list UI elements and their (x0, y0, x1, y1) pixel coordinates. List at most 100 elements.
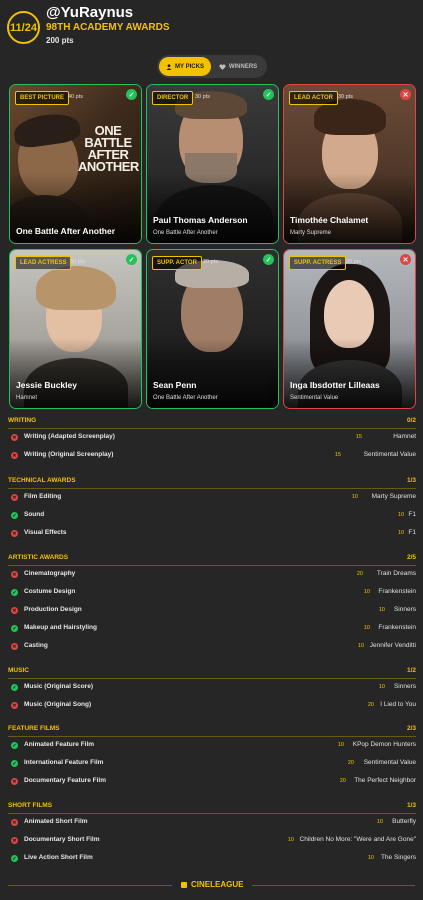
list-item[interactable]: ✕ Production Design 10 Sinners (8, 602, 416, 620)
points-label: 30 pts (195, 94, 210, 100)
list-item[interactable]: ✕ Writing (Adapted Screenplay) 15 Hamnet (8, 429, 416, 447)
x-icon: ✕ (400, 254, 411, 265)
rank-badge: 11/24 (7, 11, 40, 44)
view-toggle: MY PICKS WINNERS (157, 55, 267, 78)
list-item[interactable]: ✕ Documentary Feature Film 20 The Perfect N… (8, 773, 416, 791)
list-item[interactable]: ✕ Animated Short Film 10 Butterfly (8, 814, 416, 832)
person-icon (166, 63, 172, 70)
category-badge: BEST PICTURE (15, 91, 70, 105)
x-icon: ✕ (11, 434, 18, 441)
section-short-films: SHORT FILMS 1/3 ✕ Animated Short Film 10 But… (8, 800, 416, 868)
event-title: 98TH ACADEMY AWARDS (46, 22, 170, 33)
x-icon: ✕ (11, 494, 18, 501)
section-title: TECHNICAL AWARDS (8, 477, 76, 484)
section-title: SHORT FILMS (8, 802, 53, 809)
winners-label: WINNERS (228, 63, 258, 70)
check-icon: ✓ (11, 625, 18, 632)
section-writing: WRITING 0/2 ✕ Writing (Adapted Screenplay)… (8, 415, 416, 465)
pick-name: Paul Thomas Anderson (153, 215, 248, 225)
check-icon: ✓ (11, 589, 18, 596)
list-item[interactable]: ✓ International Feature Film 20 Sentimental… (8, 755, 416, 773)
pick-card-lead-actress[interactable]: LEAD ACTRESS 30 pts ✓ Jessie Buckley Ham… (9, 249, 142, 409)
pick-card-supp-actor[interactable]: SUPP. ACTOR 20 pts ✓ Sean Penn One Battl… (146, 249, 279, 409)
pick-film: Sentimental Value (290, 395, 339, 401)
list-item[interactable]: ✕ Visual Effects 10 F1 (8, 525, 416, 543)
category-badge: LEAD ACTRESS (15, 256, 72, 270)
category-badge: DIRECTOR (152, 91, 194, 105)
list-item[interactable]: ✕ Documentary Short Film 10 Children No Mor… (8, 832, 416, 850)
my-picks-label: MY PICKS (175, 63, 204, 70)
check-icon: ✓ (11, 855, 18, 862)
brand-logo[interactable]: CINELEAGUE (181, 880, 243, 889)
pick-name: One Battle After Another (16, 226, 116, 236)
points-label: 20 pts (346, 259, 361, 265)
pick-card-best-picture[interactable]: ONE BATTLE AFTER ANOTHER BEST PICTURE 40… (9, 84, 142, 244)
list-item[interactable]: ✕ Cinematography 20 Train Dreams (8, 566, 416, 584)
square-logo-icon (181, 881, 187, 888)
section-artistic: ARTISTIC AWARDS 2/5 ✕ Cinematography 20 Trai… (8, 552, 416, 656)
section-score: 0/2 (406, 417, 416, 424)
list-item[interactable]: ✕ Film Editing 10 Marty Supreme (8, 489, 416, 507)
x-icon: ✕ (11, 819, 18, 826)
list-item[interactable]: ✕ Casting 10 Jennifer Venditti (8, 638, 416, 656)
pick-film: One Battle After Another (153, 395, 218, 401)
section-score: 1/2 (406, 667, 416, 674)
check-icon: ✓ (263, 254, 274, 265)
check-icon: ✓ (11, 512, 18, 519)
list-item[interactable]: ✓ Animated Feature Film 10 KPop Demon Hunte… (8, 737, 416, 755)
category-badge: SUPP. ACTOR (152, 256, 202, 270)
heart-icon (219, 63, 226, 70)
pick-card-supp-actress[interactable]: SUPP. ACTRESS 20 pts ✕ Inga Ibsdotter Li… (283, 249, 416, 409)
section-score: 2/3 (406, 725, 416, 732)
x-icon: ✕ (400, 89, 411, 100)
list-item[interactable]: ✕ Music (Original Song) 20 I Lied to You (8, 697, 416, 715)
check-icon: ✓ (263, 89, 274, 100)
list-item[interactable]: ✓ Live Action Short Film 10 The Singers (8, 850, 416, 868)
pick-name: Timothée Chalamet (290, 215, 369, 225)
pick-card-lead-actor[interactable]: LEAD ACTOR 30 pts ✕ Timothée Chalamet Ma… (283, 84, 416, 244)
list-item[interactable]: ✓ Sound 10 F1 (8, 507, 416, 525)
points-label: 40 pts (68, 94, 83, 100)
check-icon: ✓ (11, 684, 18, 691)
winners-tab[interactable]: WINNERS (211, 57, 265, 76)
list-item[interactable]: ✓ Costume Design 10 Frankenstein (8, 584, 416, 602)
x-icon: ✕ (11, 571, 18, 578)
poster-title: ONE BATTLE AFTER ANOTHER (78, 123, 139, 174)
category-badge: SUPP. ACTRESS (289, 256, 347, 270)
points-label: 30 pts (338, 94, 353, 100)
x-icon: ✕ (11, 607, 18, 614)
points-label: 20 pts (203, 259, 218, 265)
category-badge: LEAD ACTOR (289, 91, 338, 105)
pick-film: Marty Supreme (290, 230, 332, 236)
section-title: WRITING (8, 417, 37, 424)
x-icon: ✕ (11, 643, 18, 650)
pick-card-director[interactable]: DIRECTOR 30 pts ✓ Paul Thomas Anderson O… (146, 84, 279, 244)
x-icon: ✕ (11, 778, 18, 785)
check-icon: ✓ (11, 760, 18, 767)
section-score: 1/3 (406, 477, 416, 484)
section-title: MUSIC (8, 667, 29, 674)
section-title: FEATURE FILMS (8, 725, 60, 732)
username[interactable]: @YuRaynus (46, 5, 133, 21)
section-music: MUSIC 1/2 ✓ Music (Original Score) 10 Sinner… (8, 665, 416, 715)
pick-name: Inga Ibsdotter Lilleaas (290, 380, 380, 390)
points-label: 30 pts (70, 259, 85, 265)
x-icon: ✕ (11, 837, 18, 844)
divider (8, 885, 172, 886)
section-score: 2/5 (406, 554, 416, 561)
pick-film: One Battle After Another (153, 230, 218, 236)
footer: CINELEAGUE (0, 878, 423, 892)
brand-name: CINELEAGUE (191, 880, 244, 889)
header: 11/24 @YuRaynus 98TH ACADEMY AWARDS 200 … (0, 0, 423, 56)
list-item[interactable]: ✕ Writing (Original Screenplay) 15 Sentimen… (8, 447, 416, 465)
x-icon: ✕ (11, 702, 18, 709)
divider (252, 885, 415, 886)
list-item[interactable]: ✓ Makeup and Hairstyling 10 Frankenstein (8, 620, 416, 638)
check-icon: ✓ (11, 742, 18, 749)
list-item[interactable]: ✓ Music (Original Score) 10 Sinners (8, 679, 416, 697)
check-icon: ✓ (126, 254, 137, 265)
section-technical: TECHNICAL AWARDS 1/3 ✕ Film Editing 10 Marty… (8, 475, 416, 543)
my-picks-tab[interactable]: MY PICKS (159, 57, 211, 76)
check-icon: ✓ (126, 89, 137, 100)
pick-name: Jessie Buckley (16, 380, 77, 390)
